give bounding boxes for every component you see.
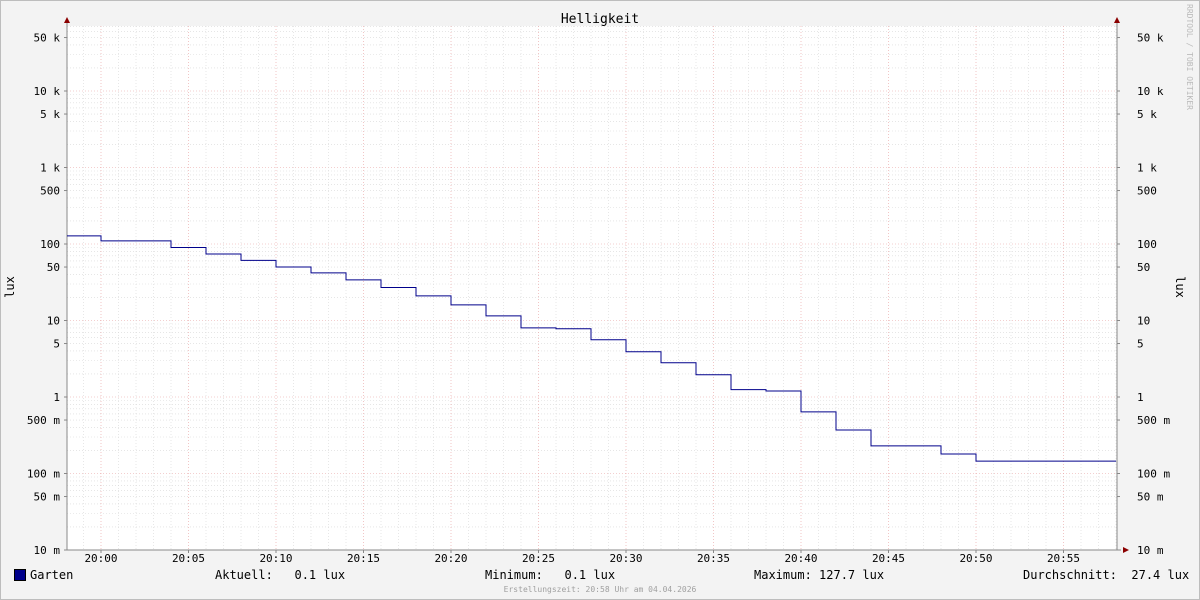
legend-series-name: Garten — [30, 568, 74, 582]
legend-minimum: Minimum: 0.1 lux — [485, 568, 616, 582]
y-tick-label-right: 5 — [1137, 338, 1144, 351]
y-tick-label-right: 1 — [1137, 391, 1144, 404]
y-tick-label-left: 1 k — [40, 162, 60, 175]
creation-time-footer: Erstellungszeit: 20:58 Uhr am 04.04.2026 — [503, 585, 697, 594]
y-tick-label-right: 10 — [1137, 315, 1150, 328]
plot-area — [67, 26, 1117, 550]
x-tick-label: 20:30 — [609, 552, 642, 565]
chart-title: Helligkeit — [561, 12, 639, 27]
y-tick-label-right: 50 k — [1137, 32, 1164, 45]
y-tick-label-left: 500 — [40, 185, 60, 198]
y-tick-label-left: 1 — [53, 391, 60, 404]
y-tick-label-left: 100 m — [27, 468, 60, 481]
x-tick-label: 20:55 — [1047, 552, 1080, 565]
x-tick-label: 20:10 — [259, 552, 292, 565]
x-tick-label: 20:00 — [84, 552, 117, 565]
y-tick-label-left: 10 m — [34, 544, 61, 557]
legend-current: Aktuell: 0.1 lux — [215, 568, 346, 582]
y-axis-arrow-right — [1114, 17, 1120, 23]
x-tick-label: 20:05 — [172, 552, 205, 565]
x-tick-label: 20:35 — [697, 552, 730, 565]
y-tick-label-left: 100 — [40, 238, 60, 251]
y-tick-label-right: 10 k — [1137, 85, 1164, 98]
y-tick-label-left: 50 — [47, 261, 60, 274]
y-axis-arrow-left — [64, 17, 70, 23]
chart-canvas: Helligkeit lux lux RRDTOOL / TOBI OETIKE… — [3, 4, 1194, 565]
y-tick-label-right: 50 m — [1137, 491, 1164, 504]
x-tick-label: 20:45 — [872, 552, 905, 565]
y-tick-label-left: 50 k — [34, 32, 61, 45]
y-tick-label-right: 5 k — [1137, 108, 1157, 121]
x-tick-label: 20:20 — [434, 552, 467, 565]
y-tick-label-right: 10 m — [1137, 544, 1164, 557]
y-tick-label-right: 500 m — [1137, 414, 1170, 427]
x-tick-label: 20:40 — [784, 552, 817, 565]
y-axis-label-right: lux — [1173, 276, 1187, 298]
y-tick-label-left: 5 — [53, 338, 60, 351]
watermark: RRDTOOL / TOBI OETIKER — [1185, 4, 1194, 110]
x-axis-arrow — [1123, 547, 1129, 553]
y-tick-label-right: 100 — [1137, 238, 1157, 251]
y-tick-label-right: 100 m — [1137, 468, 1170, 481]
x-tick-label: 20:25 — [522, 552, 555, 565]
y-tick-label-right: 500 — [1137, 185, 1157, 198]
legend-maximum: Maximum: 127.7 lux — [754, 568, 885, 582]
y-tick-label-left: 500 m — [27, 414, 60, 427]
y-tick-label-left: 5 k — [40, 108, 60, 121]
y-tick-label-left: 10 k — [34, 85, 61, 98]
x-tick-label: 20:50 — [959, 552, 992, 565]
y-tick-label-left: 10 — [47, 315, 60, 328]
x-tick-label: 20:15 — [347, 552, 380, 565]
y-axis-label-left: lux — [3, 276, 17, 298]
y-tick-label-right: 1 k — [1137, 162, 1157, 175]
y-tick-label-right: 50 — [1137, 261, 1150, 274]
legend-swatch-garten — [14, 569, 26, 581]
legend-average: Durchschnitt: 27.4 lux — [1023, 568, 1190, 582]
y-tick-label-left: 50 m — [34, 491, 61, 504]
